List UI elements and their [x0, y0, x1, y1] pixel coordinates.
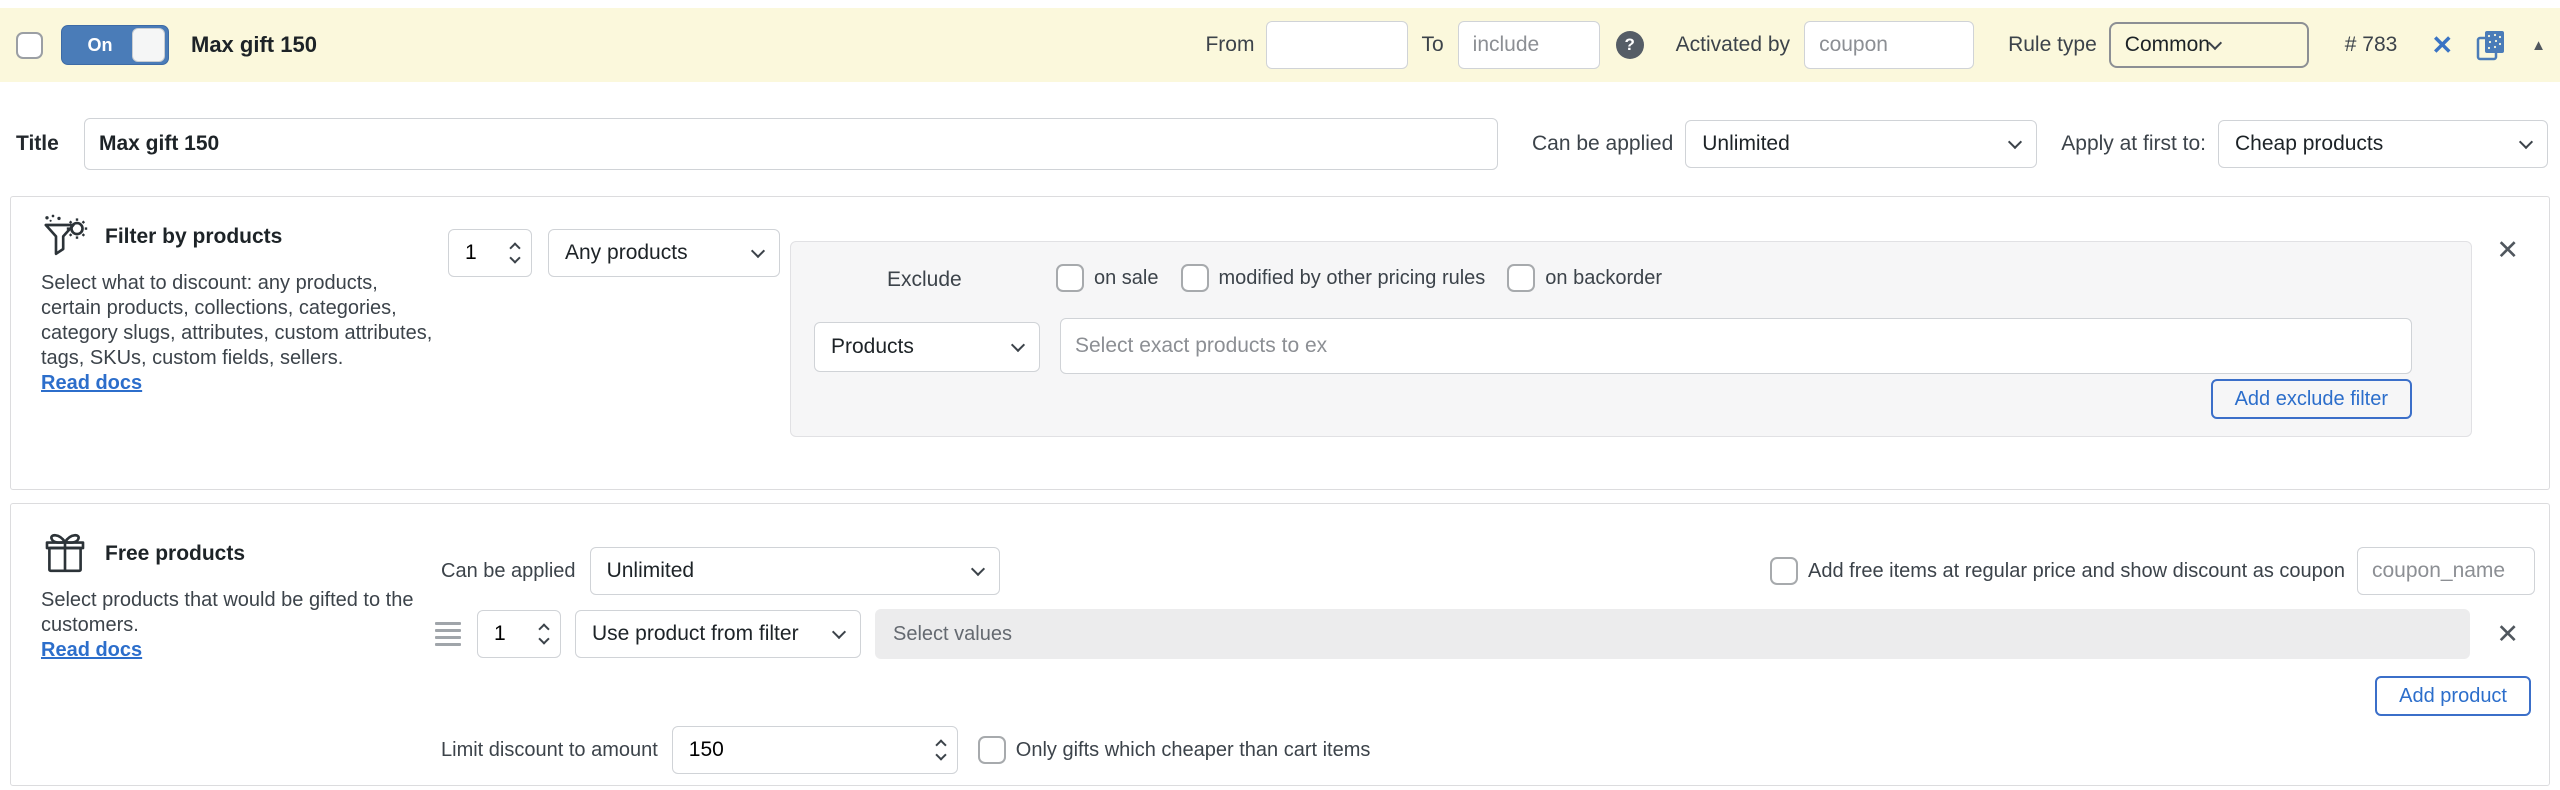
chevron-down-icon [970, 561, 985, 576]
chevron-down-icon [2008, 134, 2023, 149]
filter-section-description: Select what to discount: any products, c… [41, 272, 433, 369]
coupon-option-label: Add free items at regular price and show… [1808, 559, 2345, 582]
cheaper-gifts-label: Only gifts which cheaper than cart items [1015, 738, 1371, 761]
limit-discount-input[interactable] [688, 738, 929, 762]
exclude-option-on-sale: on sale [1056, 264, 1159, 292]
from-label: From [1205, 33, 1255, 56]
rule-id-badge: # 783 [2344, 33, 2398, 56]
on-sale-label: on sale [1094, 266, 1159, 289]
remove-filter-icon[interactable]: ✕ [2496, 237, 2519, 264]
limit-discount-label: Limit discount to amount [441, 738, 658, 761]
can-be-applied-select[interactable]: Unlimited [1685, 120, 2038, 168]
chevron-down-icon [750, 243, 766, 258]
free-applied-row: Can be applied Unlimited [441, 547, 1000, 595]
drag-handle-icon[interactable] [435, 622, 461, 646]
show-discount-as-coupon-checkbox[interactable] [1770, 557, 1799, 585]
can-be-applied-label: Can be applied [1531, 132, 1674, 155]
stepper-arrows-icon[interactable] [929, 739, 947, 761]
free-can-be-applied-select[interactable]: Unlimited [589, 547, 1000, 595]
add-exclude-filter-button[interactable]: Add exclude filter [2210, 379, 2412, 419]
rule-header-title: Max gift 150 [191, 32, 317, 57]
rule-title-input[interactable] [84, 118, 1498, 170]
apply-at-first-label: Apply at first to: [2061, 132, 2206, 155]
modified-by-rules-label: modified by other pricing rules [1218, 266, 1486, 289]
free-product-source-select[interactable]: Use product from filter [575, 610, 861, 658]
free-qty-input[interactable] [494, 622, 532, 646]
rule-type-label: Rule type [2008, 33, 2097, 56]
exclude-entity-value: Products [831, 335, 914, 358]
exclude-option-backorder: on backorder [1507, 264, 1662, 292]
exclude-products-search-input[interactable] [1060, 318, 2412, 374]
to-label: To [1421, 33, 1444, 56]
free-section-heading: Free products [105, 542, 246, 565]
filter-section-heading: Filter by products [105, 225, 283, 248]
filter-qty-stepper[interactable] [448, 229, 532, 277]
add-product-button[interactable]: Add product [2375, 676, 2531, 716]
title-row: Title Can be applied Unlimited Apply at … [16, 118, 2548, 170]
select-values-placeholder: Select values [893, 622, 1012, 645]
exclude-entity-select[interactable]: Products [814, 322, 1040, 372]
exclude-option-modified: modified by other pricing rules [1180, 264, 1486, 292]
delete-rule-icon[interactable]: ✕ [2431, 32, 2453, 58]
chevron-down-icon [2518, 134, 2534, 149]
cheaper-gifts-option: Only gifts which cheaper than cart items [977, 736, 1371, 764]
gift-icon [45, 533, 85, 573]
limit-discount-row: Limit discount to amount Only gifts whic… [441, 726, 1370, 774]
filter-read-docs-link[interactable]: Read docs [41, 372, 142, 395]
free-product-row: Use product from filter Select values ✕ [435, 609, 2519, 659]
toggle-knob-icon [133, 29, 164, 61]
help-icon[interactable]: ? [1615, 31, 1644, 59]
rule-header-bar: On Max gift 150 From To ? Activated by R… [0, 8, 2560, 82]
on-sale-checkbox[interactable] [1056, 264, 1084, 292]
exclude-options: on sale modified by other pricing rules … [1056, 264, 1662, 292]
chevron-down-icon [1010, 337, 1026, 352]
on-backorder-checkbox[interactable] [1507, 264, 1536, 292]
rule-type-value: Common [2124, 33, 2210, 56]
activated-by-label: Activated by [1675, 33, 1791, 56]
free-can-be-applied-value: Unlimited [606, 559, 695, 582]
coupon-name-input[interactable] [2357, 547, 2535, 595]
title-label: Title [16, 132, 59, 155]
cheaper-gifts-checkbox[interactable] [977, 736, 1006, 764]
exclude-panel: Exclude on sale modified by other pricin… [790, 241, 2472, 437]
filter-qty-input[interactable] [465, 241, 503, 265]
filter-products-icon [44, 214, 88, 256]
free-can-be-applied-label: Can be applied [441, 559, 576, 582]
from-date-input[interactable] [1266, 21, 1409, 69]
free-qty-stepper[interactable] [477, 610, 561, 658]
free-read-docs-link[interactable]: Read docs [41, 639, 142, 662]
remove-free-product-row-icon[interactable]: ✕ [2496, 620, 2519, 648]
coupon-option: Add free items at regular price and show… [1770, 557, 2345, 585]
filter-by-products-section: Filter by products Select what to discou… [10, 196, 2550, 490]
free-section-intro: Free products Select products that would… [41, 530, 455, 662]
free-products-section: Free products Select products that would… [10, 503, 2550, 786]
duplicate-rule-icon[interactable] [2475, 28, 2507, 62]
filter-section-intro: Filter by products Select what to discou… [41, 213, 455, 395]
exclude-label: Exclude [887, 268, 962, 291]
chevron-down-icon [2207, 35, 2223, 50]
rule-type-select[interactable]: Common [2108, 22, 2309, 68]
rule-select-checkbox[interactable] [16, 31, 43, 59]
modified-by-rules-checkbox[interactable] [1180, 264, 1209, 292]
free-product-source-value: Use product from filter [592, 622, 799, 645]
activated-by-input[interactable] [1804, 21, 1975, 69]
can-be-applied-value: Unlimited [1702, 132, 1790, 155]
chevron-down-icon [831, 624, 847, 639]
coupon-option-row: Add free items at regular price and show… [1770, 547, 2535, 595]
stepper-arrows-icon[interactable] [532, 623, 550, 645]
filter-type-value: Any products [565, 241, 688, 264]
apply-at-first-value: Cheap products [2235, 132, 2384, 155]
limit-discount-stepper[interactable] [671, 726, 958, 774]
collapse-rule-icon[interactable]: ▲ [2531, 37, 2546, 54]
rule-enabled-toggle[interactable]: On [61, 25, 169, 65]
to-date-input[interactable] [1457, 21, 1600, 69]
stepper-arrows-icon[interactable] [503, 242, 521, 264]
filter-type-select[interactable]: Any products [548, 229, 780, 277]
on-backorder-label: on backorder [1545, 266, 1663, 289]
free-section-description: Select products that would be gifted to … [41, 589, 414, 636]
free-select-values-field[interactable]: Select values [875, 609, 2471, 659]
apply-at-first-select[interactable]: Cheap products [2218, 120, 2548, 168]
